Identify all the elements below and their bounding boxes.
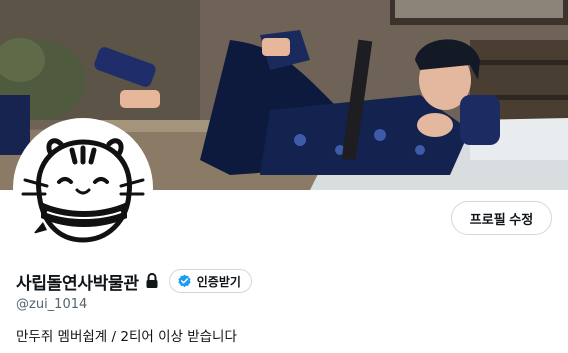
verified-badge-icon (177, 274, 192, 289)
edit-profile-button[interactable]: 프로필 수정 (451, 201, 552, 235)
get-verified-label: 인증받기 (196, 274, 241, 289)
get-verified-button[interactable]: 인증받기 (168, 269, 252, 293)
profile-avatar[interactable] (13, 118, 153, 258)
user-handle: @zui_1014 (16, 297, 88, 312)
profile-name-row: 사립돌연사박물관 인증받기 (16, 268, 252, 294)
profile-bio: 만두쥐 멤버쉽계 / 2티어 이상 받습니다 (16, 329, 237, 345)
lock-icon (145, 272, 159, 289)
display-name: 사립돌연사박물관 (16, 273, 139, 294)
hamster-avatar-drawing (17, 122, 149, 254)
